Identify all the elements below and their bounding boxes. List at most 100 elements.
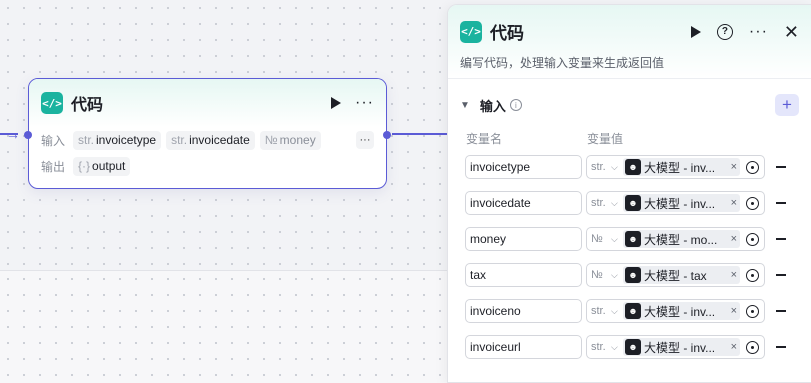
column-headers: 变量名 变量值	[448, 127, 811, 149]
target-icon[interactable]	[746, 232, 759, 246]
output-port[interactable]	[383, 131, 391, 139]
remove-variable-button[interactable]	[776, 166, 786, 168]
type-select[interactable]: str.	[591, 305, 611, 317]
output-tag: {·} output	[73, 156, 131, 176]
input-port[interactable]	[24, 131, 32, 139]
more-options-button[interactable]: ···	[749, 23, 768, 41]
chevron-down-icon[interactable]: ⌵	[611, 162, 623, 173]
variable-name-input[interactable]: invoiceurl	[465, 335, 582, 359]
variable-reference-tag[interactable]: ☻ 大模型 - inv... ×	[623, 158, 740, 176]
chevron-down-icon[interactable]: ⌵	[611, 342, 623, 353]
run-button[interactable]	[690, 25, 701, 38]
add-variable-button[interactable]: +	[775, 94, 799, 116]
chevron-down-icon[interactable]: ⌵	[611, 306, 623, 317]
bot-icon: ☻	[625, 159, 641, 175]
clear-reference-icon[interactable]: ×	[731, 269, 737, 281]
clear-reference-icon[interactable]: ×	[731, 233, 737, 245]
reference-label: 大模型 - inv...	[644, 340, 716, 355]
outgoing-edge	[392, 133, 450, 135]
variable-row: tax № ⌵ ☻ 大模型 - tax ×	[448, 257, 811, 293]
help-icon[interactable]: ?	[716, 23, 733, 40]
variable-name-input[interactable]: invoicedate	[465, 191, 582, 215]
input-label: 输入	[41, 133, 66, 148]
info-icon[interactable]: i	[509, 99, 522, 111]
code-icon: </>	[460, 20, 482, 43]
col-name-header: 变量名	[466, 131, 503, 146]
run-node-button[interactable]	[331, 97, 342, 109]
variable-name-input[interactable]: invoiceno	[465, 299, 582, 323]
target-icon[interactable]	[746, 340, 759, 354]
panel-title: 代码	[490, 24, 524, 43]
chevron-down-icon[interactable]: ▼	[460, 100, 470, 111]
variable-row: invoicetype str. ⌵ ☻ 大模型 - inv... ×	[448, 149, 811, 185]
type-select[interactable]: №	[591, 269, 611, 281]
target-icon[interactable]	[746, 304, 759, 318]
clear-reference-icon[interactable]: ×	[731, 197, 737, 209]
input-tag: № money	[259, 130, 321, 150]
bot-icon: ☻	[625, 339, 641, 355]
bot-icon: ☻	[625, 303, 641, 319]
variable-value-selector[interactable]: № ⌵ ☻ 大模型 - mo... ×	[586, 227, 765, 251]
input-tag: str. invoicetype	[73, 130, 162, 150]
reference-label: 大模型 - mo...	[644, 232, 718, 247]
code-icon: </>	[41, 92, 63, 114]
panel-description: 编写代码，处理输入变量来生成返回值	[460, 56, 665, 70]
output-label: 输出	[41, 159, 66, 174]
reference-label: 大模型 - tax	[644, 268, 707, 283]
variable-value-selector[interactable]: str. ⌵ ☻ 大模型 - inv... ×	[586, 299, 765, 323]
reference-label: 大模型 - inv...	[644, 304, 716, 319]
reference-label: 大模型 - inv...	[644, 196, 716, 211]
node-inputs-row: 输入 str. invoicetype str. invoicedate № mone…	[29, 127, 386, 153]
chevron-down-icon[interactable]: ⌵	[611, 234, 623, 245]
close-icon[interactable]: ✕	[784, 23, 799, 41]
node-outputs-row: 输出 {·} output	[29, 153, 386, 179]
variable-reference-tag[interactable]: ☻ 大模型 - inv... ×	[623, 338, 740, 356]
variable-value-selector[interactable]: str. ⌵ ☻ 大模型 - inv... ×	[586, 191, 765, 215]
input-section-header[interactable]: ▼ 输入 i +	[448, 83, 811, 127]
reference-label: 大模型 - inv...	[644, 160, 716, 175]
bot-icon: ☻	[625, 231, 641, 247]
variable-row: invoicedate str. ⌵ ☻ 大模型 - inv... ×	[448, 185, 811, 221]
remove-variable-button[interactable]	[776, 346, 786, 348]
variable-value-selector[interactable]: str. ⌵ ☻ 大模型 - inv... ×	[586, 335, 765, 359]
incoming-edge-arrow: →	[6, 126, 20, 142]
section-title: 输入	[479, 98, 506, 114]
node-settings-panel: </> 代码 ? ··· ✕ 编写代码，处理输入变量来生成返回值 ▼ 输入 i …	[447, 4, 811, 383]
type-select[interactable]: str.	[591, 197, 611, 209]
clear-reference-icon[interactable]: ×	[731, 161, 737, 173]
remove-variable-button[interactable]	[776, 310, 786, 312]
type-select[interactable]: str.	[591, 161, 611, 173]
bot-icon: ☻	[625, 267, 641, 283]
clear-reference-icon[interactable]: ×	[731, 341, 737, 353]
chevron-down-icon[interactable]: ⌵	[611, 270, 623, 281]
variable-name-input[interactable]: invoicetype	[465, 155, 582, 179]
node-more-button[interactable]: ···	[355, 94, 374, 112]
variable-reference-tag[interactable]: ☻ 大模型 - tax ×	[623, 266, 740, 284]
more-inputs-button[interactable]: ···	[356, 131, 374, 149]
code-node[interactable]: </> 代码 ··· 输入 str. invoicetype str. invoic…	[24, 78, 391, 189]
node-header: </> 代码 ···	[29, 79, 386, 127]
type-select[interactable]: №	[591, 233, 611, 245]
target-icon[interactable]	[746, 268, 759, 282]
variable-reference-tag[interactable]: ☻ 大模型 - inv... ×	[623, 194, 740, 212]
variable-reference-tag[interactable]: ☻ 大模型 - mo... ×	[623, 230, 740, 248]
variable-reference-tag[interactable]: ☻ 大模型 - inv... ×	[623, 302, 740, 320]
remove-variable-button[interactable]	[776, 238, 786, 240]
variable-row: invoiceno str. ⌵ ☻ 大模型 - inv... ×	[448, 293, 811, 329]
remove-variable-button[interactable]	[776, 202, 786, 204]
chevron-down-icon[interactable]: ⌵	[611, 198, 623, 209]
target-icon[interactable]	[746, 196, 759, 210]
clear-reference-icon[interactable]: ×	[731, 305, 737, 317]
variable-value-selector[interactable]: str. ⌵ ☻ 大模型 - inv... ×	[586, 155, 765, 179]
remove-variable-button[interactable]	[776, 274, 786, 276]
panel-header: </> 代码 ? ··· ✕ 编写代码，处理输入变量来生成返回值	[448, 5, 811, 79]
type-select[interactable]: str.	[591, 341, 611, 353]
variable-value-selector[interactable]: № ⌵ ☻ 大模型 - tax ×	[586, 263, 765, 287]
input-tag: str. invoicedate	[166, 130, 255, 150]
variable-row: money № ⌵ ☻ 大模型 - mo... ×	[448, 221, 811, 257]
variable-name-input[interactable]: money	[465, 227, 582, 251]
target-icon[interactable]	[746, 160, 759, 174]
variable-name-input[interactable]: tax	[465, 263, 582, 287]
bot-icon: ☻	[625, 195, 641, 211]
col-value-header: 变量值	[587, 131, 624, 146]
